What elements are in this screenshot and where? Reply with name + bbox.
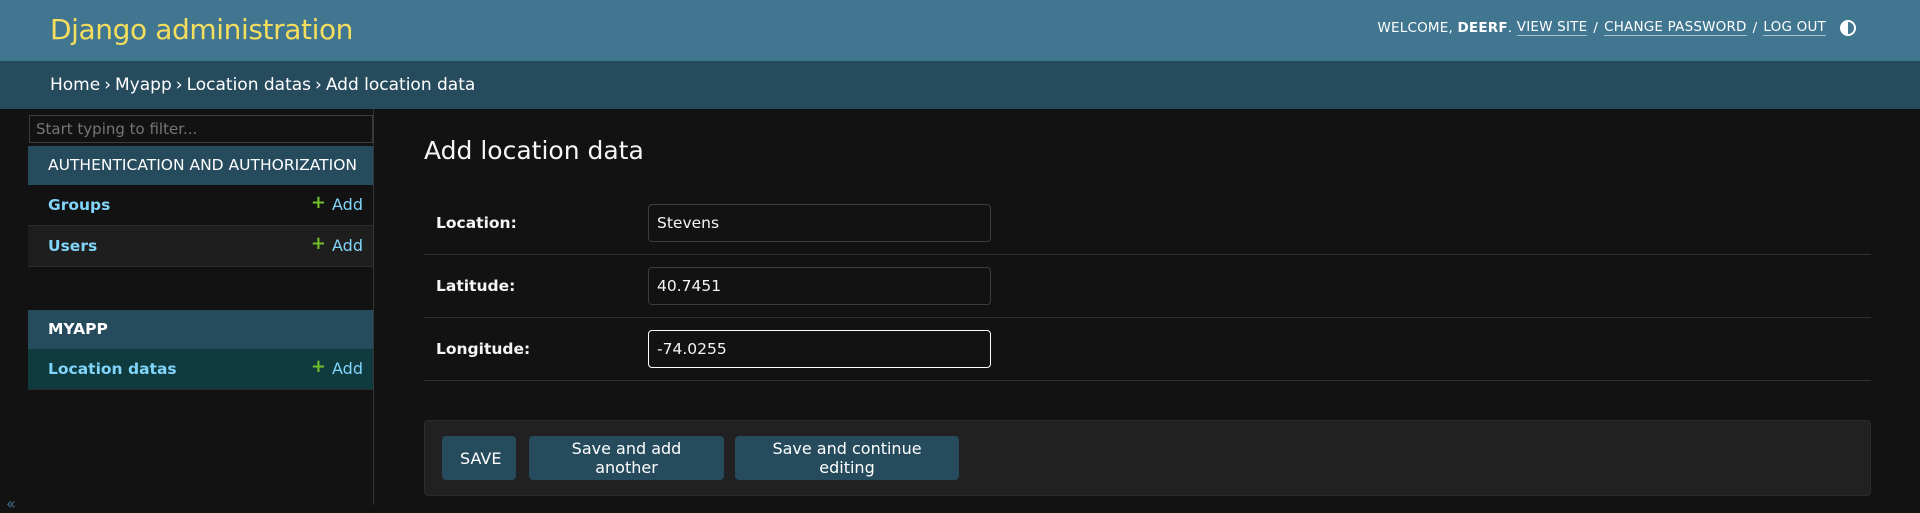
module-caption-myapp[interactable]: MYAPP xyxy=(28,310,373,349)
nav-sidebar: AUTHENTICATION AND AUTHORIZATION Groups … xyxy=(28,109,374,505)
add-location-datas-link[interactable]: + Add xyxy=(311,349,363,388)
welcome-text: WELCOME, xyxy=(1377,19,1454,36)
view-site-link[interactable]: VIEW SITE xyxy=(1516,19,1588,36)
log-out-link[interactable]: LOG OUT xyxy=(1763,19,1826,36)
save-and-add-another-button[interactable]: Save and add another xyxy=(529,436,724,480)
location-input[interactable] xyxy=(648,204,991,242)
submit-row: SAVE Save and add another Save and conti… xyxy=(424,420,1871,496)
theme-toggle-icon[interactable] xyxy=(1840,19,1856,36)
longitude-label: Longitude: xyxy=(436,340,531,358)
add-label: Add xyxy=(332,359,363,378)
longitude-input[interactable] xyxy=(648,330,991,368)
breadcrumb-home[interactable]: Home xyxy=(50,75,100,95)
add-label: Add xyxy=(332,195,363,214)
page-title: Add location data xyxy=(424,136,644,165)
sidebar-item-location-datas: Location datas + Add xyxy=(28,349,373,390)
save-and-continue-button[interactable]: Save and continue editing xyxy=(735,436,959,480)
module-caption-auth[interactable]: AUTHENTICATION AND AUTHORIZATION xyxy=(28,146,373,185)
site-branding[interactable]: Django administration xyxy=(50,13,353,46)
location-label: Location: xyxy=(436,214,517,232)
user-tools: WELCOME, DEERF. VIEW SITE / CHANGE PASSW… xyxy=(1377,19,1856,36)
toggle-nav-sidebar-icon[interactable]: « xyxy=(6,494,16,513)
latitude-label: Latitude: xyxy=(436,277,516,295)
form-row-location: Location: xyxy=(424,192,1871,255)
add-users-link[interactable]: + Add xyxy=(311,226,363,265)
breadcrumb-separator: › xyxy=(175,75,183,95)
username: DEERF xyxy=(1457,19,1508,36)
change-password-link[interactable]: CHANGE PASSWORD xyxy=(1604,19,1747,36)
model-link-groups[interactable]: Groups xyxy=(48,185,110,226)
header: Django administration WELCOME, DEERF. VI… xyxy=(0,0,1920,61)
sidebar-gutter xyxy=(0,109,28,505)
latitude-input[interactable] xyxy=(648,267,991,305)
form-row-latitude: Latitude: xyxy=(424,255,1871,318)
plus-icon: + xyxy=(310,233,327,254)
model-link-users[interactable]: Users xyxy=(48,226,97,267)
breadcrumb-separator: › xyxy=(315,75,322,95)
sidebar-item-users: Users + Add xyxy=(28,226,373,267)
plus-icon: + xyxy=(310,356,327,377)
breadcrumb-location-datas[interactable]: Location datas xyxy=(187,75,311,95)
add-groups-link[interactable]: + Add xyxy=(311,185,363,224)
plus-icon: + xyxy=(310,192,327,213)
model-link-location-datas[interactable]: Location datas xyxy=(48,349,177,390)
breadcrumb-separator: › xyxy=(104,75,112,95)
add-label: Add xyxy=(332,236,363,255)
nav-filter-input[interactable] xyxy=(29,115,373,143)
user-tools-separator: / xyxy=(1593,19,1599,36)
user-tools-separator: / xyxy=(1752,19,1758,36)
breadcrumb-myapp[interactable]: Myapp xyxy=(115,75,172,95)
sidebar-item-groups: Groups + Add xyxy=(28,185,373,226)
breadcrumb-current: Add location data xyxy=(325,75,476,95)
form-row-longitude: Longitude: xyxy=(424,318,1871,381)
breadcrumb: Home › Myapp › Location datas › Add location d… xyxy=(0,61,1920,109)
save-button[interactable]: SAVE xyxy=(442,436,516,480)
